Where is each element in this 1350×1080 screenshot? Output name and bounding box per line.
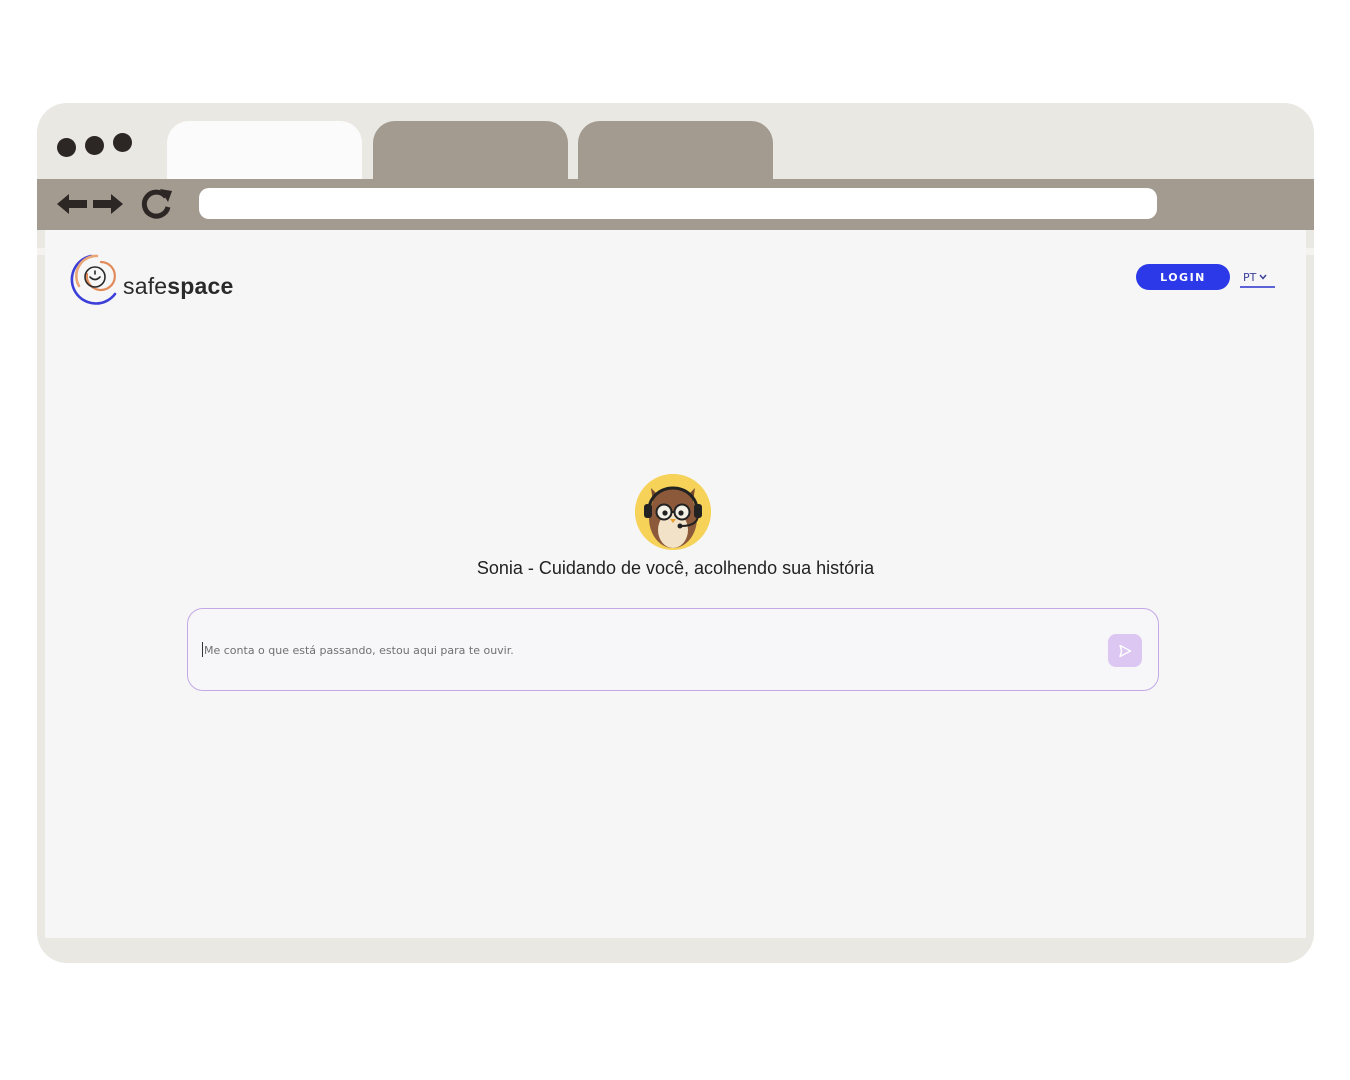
assistant-title: Sonia - Cuidando de você, acolhendo sua … xyxy=(476,558,875,578)
arrow-right-icon[interactable] xyxy=(93,187,123,221)
chat-input[interactable] xyxy=(202,638,1086,662)
send-button[interactable] xyxy=(1108,634,1142,667)
window-controls xyxy=(57,133,132,157)
browser-window: safespace LOGIN PT Sonia - Cuidando de v… xyxy=(37,103,1314,963)
window-maximize-dot[interactable] xyxy=(113,133,132,152)
window-minimize-dot[interactable] xyxy=(85,136,104,155)
browser-toolbar xyxy=(37,179,1314,255)
address-bar[interactable] xyxy=(199,188,1157,219)
login-button[interactable]: LOGIN xyxy=(1136,264,1230,290)
safespace-logo[interactable]: safespace xyxy=(65,250,234,308)
browser-tab-active[interactable] xyxy=(167,121,362,179)
logo-wordmark-bold: space xyxy=(167,272,234,299)
chevron-down-icon xyxy=(1259,274,1267,280)
safespace-logo-icon xyxy=(70,254,117,305)
window-close-dot[interactable] xyxy=(57,138,76,157)
logo-wordmark-light: safe xyxy=(123,272,168,299)
arrow-left-icon[interactable] xyxy=(57,187,87,221)
chat-box xyxy=(187,608,1159,691)
browser-tab-2[interactable] xyxy=(373,121,568,179)
assistant-avatar xyxy=(635,474,711,550)
reload-icon[interactable] xyxy=(140,187,174,221)
owl-assistant-icon xyxy=(635,474,711,550)
browser-tab-3[interactable] xyxy=(578,121,773,179)
page-viewport: safespace LOGIN PT Sonia - Cuidando de v… xyxy=(45,230,1306,938)
send-icon xyxy=(1119,644,1132,657)
language-selector[interactable]: PT xyxy=(1240,268,1275,288)
language-label: PT xyxy=(1243,270,1257,284)
logo-wordmark: safespace xyxy=(123,273,234,300)
